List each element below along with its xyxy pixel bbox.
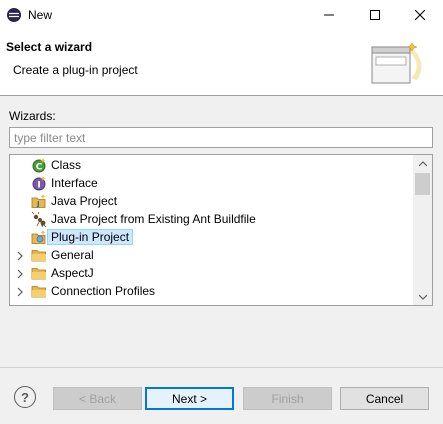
tree-item-label: Class (51, 158, 82, 172)
header-description: Create a plug-in project (13, 63, 138, 77)
tree-item-general[interactable]: General (10, 246, 414, 264)
java-interface-icon: I (31, 175, 47, 191)
tree-item-plugin-project[interactable]: Plug-in Project (10, 228, 414, 246)
cancel-button[interactable]: Cancel (340, 387, 429, 410)
new-wizard-banner-icon (367, 40, 427, 92)
svg-text:J: J (36, 200, 40, 208)
scroll-up-icon[interactable] (413, 155, 432, 172)
svg-text:C: C (36, 163, 43, 173)
ant-icon (31, 211, 47, 228)
chevron-right-icon[interactable] (15, 286, 25, 297)
tree-item-aspectj[interactable]: AspectJ (10, 264, 414, 282)
folder-icon (31, 265, 47, 281)
tree-item-label: General (51, 248, 94, 262)
tree-item-label: Plug-in Project (46, 229, 134, 245)
tree-item-java-project-from-ant[interactable]: Java Project from Existing Ant Buildfile (10, 210, 414, 228)
scroll-down-icon[interactable] (413, 288, 432, 305)
chevron-right-icon[interactable] (15, 250, 25, 261)
wizard-tree: C Class I Interface J Java Project Java … (9, 154, 433, 306)
svg-text:I: I (37, 181, 40, 191)
finish-button[interactable]: Finish (243, 387, 332, 410)
title-bar: New (0, 0, 443, 30)
filter-input[interactable] (9, 127, 433, 148)
header-title: Select a wizard (6, 40, 93, 54)
folder-icon (31, 247, 47, 263)
tree-item-label: Connection Profiles (51, 284, 156, 298)
chevron-right-icon[interactable] (15, 268, 25, 279)
tree-item-class[interactable]: C Class (10, 156, 414, 174)
tree-item-label: Java Project from Existing Ant Buildfile (51, 212, 256, 226)
wizard-header: Select a wizard Create a plug-in project (0, 30, 443, 96)
java-project-icon: J (31, 193, 47, 209)
back-button[interactable]: < Back (53, 387, 142, 410)
tree-item-connection-profiles[interactable]: Connection Profiles (10, 282, 414, 300)
next-button[interactable]: Next > (145, 387, 234, 410)
tree-item-java-project[interactable]: J Java Project (10, 192, 414, 210)
window-title: New (28, 8, 53, 22)
tree-item-label: AspectJ (51, 266, 94, 280)
folder-icon (31, 283, 47, 299)
scroll-thumb[interactable] (415, 173, 430, 195)
tree-item-label: Interface (51, 176, 98, 190)
tree-item-interface[interactable]: I Interface (10, 174, 414, 192)
wizards-label: Wizards: (9, 109, 56, 123)
footer-divider (0, 367, 443, 368)
help-button[interactable]: ? (14, 386, 36, 408)
plugin-project-icon (31, 229, 47, 245)
tree-item-label: Java Project (51, 194, 118, 208)
tree-scrollbar[interactable] (413, 155, 432, 305)
java-class-icon: C (31, 157, 47, 173)
close-button[interactable] (397, 0, 443, 30)
maximize-button[interactable] (352, 0, 398, 30)
eclipse-app-icon (6, 7, 22, 23)
minimize-button[interactable] (306, 0, 352, 30)
